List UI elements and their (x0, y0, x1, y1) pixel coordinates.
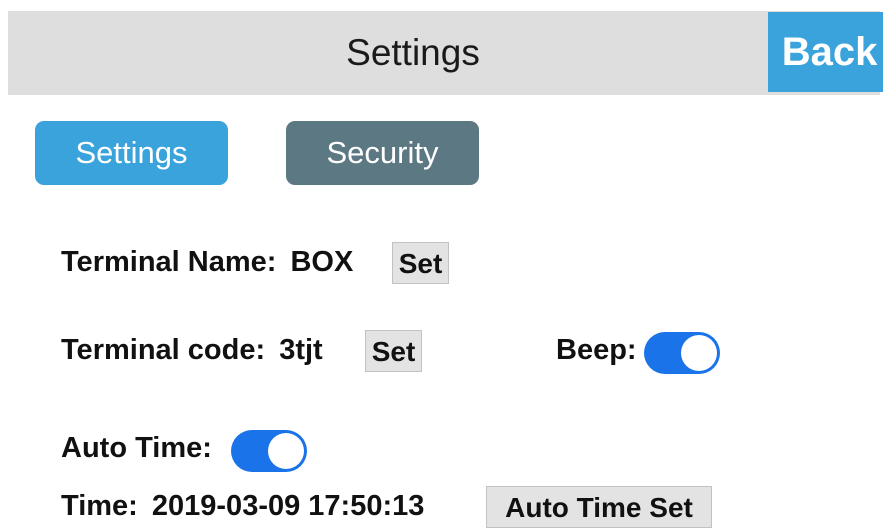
terminal-name-value: BOX (290, 246, 354, 278)
terminal-code-value: 3tjt (279, 334, 323, 366)
terminal-name-set-button[interactable]: Set (392, 242, 449, 284)
back-button[interactable]: Back (768, 12, 883, 92)
auto-time-label: Auto Time: (61, 432, 212, 464)
beep-toggle[interactable] (644, 332, 720, 374)
auto-time-set-button[interactable]: Auto Time Set (486, 486, 712, 528)
terminal-code-set-button[interactable]: Set (365, 330, 422, 372)
terminal-name-row: Terminal Name: BOX (61, 246, 353, 279)
beep-toggle-knob (681, 335, 717, 371)
header-bar: Settings (8, 11, 880, 95)
tab-settings[interactable]: Settings (35, 121, 228, 185)
time-row: Time: 2019-03-09 17:50:13 (61, 490, 424, 523)
auto-time-toggle[interactable] (231, 430, 307, 472)
beep-label: Beep: (556, 334, 637, 366)
terminal-code-row: Terminal code: 3tjt (61, 334, 323, 367)
auto-time-row: Auto Time: (61, 432, 212, 465)
auto-time-toggle-knob (268, 433, 304, 469)
beep-row: Beep: (556, 334, 637, 367)
time-value: 2019-03-09 17:50:13 (151, 490, 425, 522)
terminal-name-label: Terminal Name: (61, 246, 277, 278)
terminal-code-label: Terminal code: (61, 334, 266, 366)
time-label: Time: (61, 490, 138, 522)
page-title: Settings (346, 32, 480, 73)
tab-security[interactable]: Security (286, 121, 479, 185)
